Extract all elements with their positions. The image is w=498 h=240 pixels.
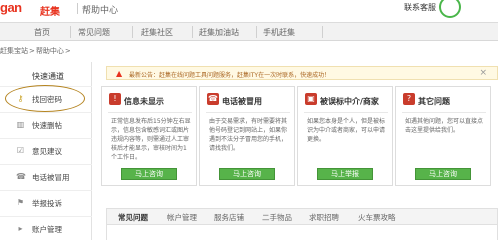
site-logo[interactable]: gan bbox=[0, 0, 22, 15]
tab-train-tickets[interactable]: 火车票攻略 bbox=[358, 212, 396, 223]
contact-support-link[interactable]: 联系客服 bbox=[404, 2, 436, 13]
card-description: 由于交易需求，有时需要将其他号码登记到网站上，如果你遇到不法分子冒用您的手机，请… bbox=[209, 118, 288, 152]
nav-item-faq[interactable]: 常见问题 bbox=[78, 27, 110, 38]
breadcrumb-separator: > bbox=[64, 47, 71, 55]
card-title: 电话被冒用 bbox=[222, 97, 262, 106]
tab-secondhand[interactable]: 二手物品 bbox=[262, 212, 292, 223]
sidebar-item-report[interactable]: ⚑ 举报投诉 bbox=[0, 190, 92, 214]
nav-item-gas-station[interactable]: 赶集加油站 bbox=[199, 27, 239, 38]
card-title: 其它问题 bbox=[418, 97, 450, 106]
sidebar-item-feedback[interactable]: ☑ 意见建议 bbox=[0, 138, 92, 162]
help-card-mislabeled-agent: ▣ 被误标中介/商家 如果您本身是个人，但是被标识为中介或者商家，可以申请更换。… bbox=[297, 86, 393, 186]
card-title: 信息未显示 bbox=[124, 97, 164, 106]
card-divider bbox=[206, 112, 290, 113]
warning-icon: ▲ bbox=[116, 69, 123, 78]
help-card-info-hidden: ! 信息未显示 正常信息发布后15分钟左右显示，信息包含敏感词汇或图片违规内容等… bbox=[101, 86, 197, 186]
highlight-circle bbox=[5, 85, 85, 112]
card-description: 如遇其他问题，您可以直接点击这里提供给我们。 bbox=[405, 118, 484, 134]
report-button[interactable]: 马上举报 bbox=[317, 168, 373, 180]
flag-icon: ⚑ bbox=[16, 198, 25, 207]
tab-faq[interactable]: 常见问题 bbox=[118, 212, 148, 223]
help-card-other: ? 其它问题 如遇其他问题，您可以直接点击这里提供给我们。 马上咨询 bbox=[395, 86, 491, 186]
user-tag-icon: ▣ bbox=[305, 93, 317, 105]
sidebar-item-label: 快速删帖 bbox=[32, 121, 62, 130]
announcement-text: 最新公告：赶集在线问题工具问题服务，赶集ITY在一次时联系，快速成功！ bbox=[129, 72, 331, 79]
tab-jobs[interactable]: 求职招聘 bbox=[309, 212, 339, 223]
card-description: 如果您本身是个人，但是被标识为中介或者商家，可以申请更换。 bbox=[307, 118, 386, 143]
card-title: 被误标中介/商家 bbox=[320, 97, 379, 106]
close-icon[interactable]: × bbox=[479, 68, 487, 78]
nav-divider bbox=[70, 26, 71, 38]
consult-button[interactable]: 马上咨询 bbox=[219, 168, 275, 180]
card-divider bbox=[304, 112, 388, 113]
consult-button[interactable]: 马上咨询 bbox=[121, 168, 177, 180]
phone-icon: ☎ bbox=[16, 172, 26, 181]
info-icon: ! bbox=[109, 93, 121, 105]
nav-divider bbox=[132, 26, 133, 38]
sidebar-title: 快速通道 bbox=[32, 72, 64, 81]
nav-divider bbox=[192, 26, 193, 38]
nav-divider bbox=[322, 26, 323, 38]
nav-item-community[interactable]: 赶集社区 bbox=[141, 27, 173, 38]
card-divider bbox=[402, 112, 486, 113]
tab-content-area bbox=[106, 225, 498, 240]
section-title: 帮助中心 bbox=[82, 6, 119, 16]
tab-account[interactable]: 帐户管理 bbox=[167, 212, 197, 223]
brand-name: 赶集 bbox=[40, 7, 60, 18]
announcement-bar: ▲ 最新公告：赶集在线问题工具问题服务，赶集ITY在一次时联系，快速成功！ × bbox=[106, 66, 498, 80]
nav-item-home[interactable]: 首页 bbox=[34, 27, 50, 38]
sidebar-item-label: 举报投诉 bbox=[32, 199, 62, 208]
trash-icon: ▥ bbox=[16, 120, 25, 129]
nav-item-mobile[interactable]: 手机赶集 bbox=[263, 27, 295, 38]
checkbox-icon: ☑ bbox=[16, 146, 25, 155]
top-bar: gan 赶集 帮助中心 联系客服 bbox=[0, 0, 498, 22]
nav-divider bbox=[256, 26, 257, 38]
user-icon: ▸ bbox=[18, 224, 23, 233]
sidebar-item-label: 电话被冒用 bbox=[32, 173, 70, 182]
sidebar-item-quick-delete[interactable]: ▥ 快速删帖 bbox=[0, 112, 92, 136]
logo-divider bbox=[77, 3, 78, 14]
category-tabs: 常见问题 帐户管理 服务店铺 二手物品 求职招聘 火车票攻略 bbox=[106, 208, 498, 225]
breadcrumb-item-home[interactable]: 赶集宝站 bbox=[0, 47, 28, 55]
sidebar-item-label: 账户管理 bbox=[32, 225, 62, 234]
sidebar-item-account[interactable]: ▸ 账户管理 bbox=[0, 216, 92, 240]
breadcrumb: 赶集宝站>帮助中心> bbox=[0, 46, 72, 56]
question-icon: ? bbox=[403, 93, 415, 105]
consult-button[interactable]: 马上咨询 bbox=[415, 168, 471, 180]
breadcrumb-item-help[interactable]: 帮助中心 bbox=[36, 47, 64, 55]
card-description: 正常信息发布后15分钟左右显示，信息包含敏感词汇或图片违规内容等，则需通过人工审… bbox=[111, 118, 191, 161]
main-nav: 首页 常见问题 赶集社区 赶集加油站 手机赶集 bbox=[0, 22, 498, 41]
breadcrumb-separator: > bbox=[29, 47, 35, 55]
help-card-phone-misused: ☎ 电话被冒用 由于交易需求，有时需要将其他号码登记到网站上，如果你遇到不法分子… bbox=[199, 86, 295, 186]
card-divider bbox=[108, 112, 192, 113]
support-avatar-icon[interactable] bbox=[439, 0, 461, 18]
sidebar-item-phone-misused[interactable]: ☎ 电话被冒用 bbox=[0, 164, 92, 188]
tab-store-service[interactable]: 服务店铺 bbox=[214, 212, 244, 223]
help-center-page: gan 赶集 帮助中心 联系客服 首页 常见问题 赶集社区 赶集加油站 手机赶集… bbox=[0, 0, 498, 240]
phone-icon: ☎ bbox=[207, 93, 219, 105]
sidebar-item-label: 意见建议 bbox=[32, 147, 62, 156]
